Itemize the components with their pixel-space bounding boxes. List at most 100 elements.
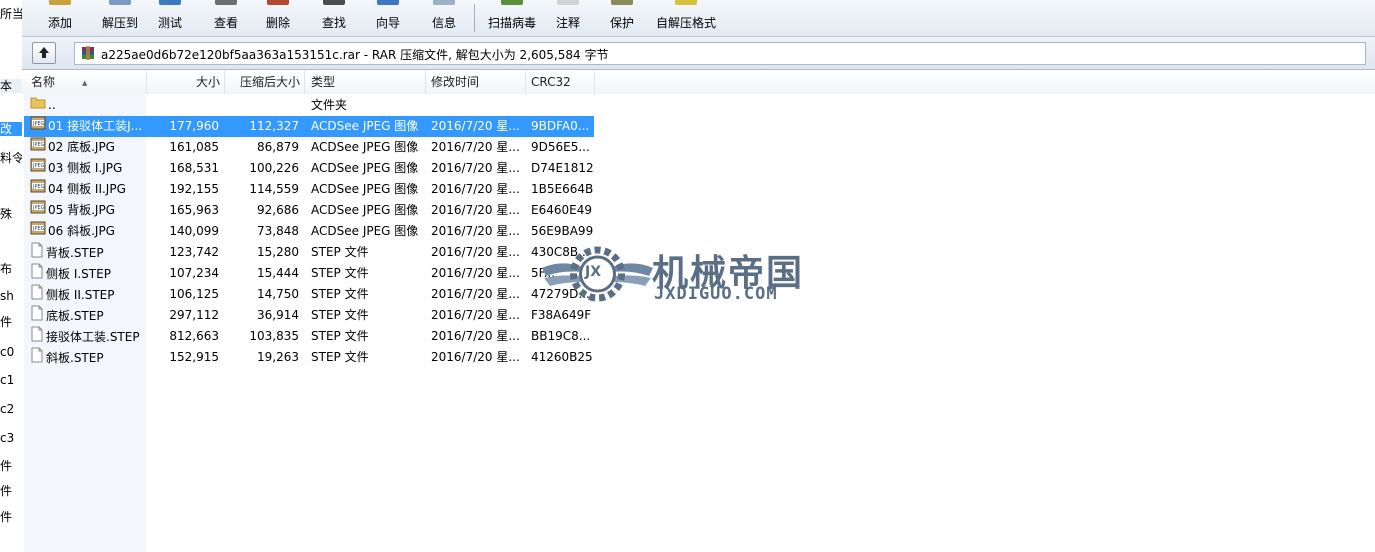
background-window-fragment: 件 xyxy=(0,315,13,329)
delete-icon xyxy=(264,0,292,8)
file-name-text: 02 底板.JPG xyxy=(48,140,115,154)
file-crc: 41260B25 xyxy=(531,350,593,364)
file-size: 177,960 xyxy=(169,119,219,133)
column-header-modified-label: 修改时间 xyxy=(431,75,480,89)
file-name-text: 斜板.STEP xyxy=(46,351,104,365)
file-size xyxy=(146,95,219,116)
file-name: JPEG 04 侧板 II.JPG xyxy=(30,179,148,200)
archive-path-field[interactable]: a225ae0d6b72e120bf5aa363a153151c.rar - R… xyxy=(74,42,1366,65)
file-row[interactable]: 底板.STEP 297,112 36,914 STEP 文件 2016/7/20 星..… xyxy=(22,305,1375,326)
up-arrow-icon xyxy=(39,47,49,58)
file-packed-size: 36,914 xyxy=(257,308,299,322)
file-type: STEP 文件 xyxy=(311,287,369,301)
file-packed-size: 86,879 xyxy=(257,140,299,154)
column-header-type[interactable]: 类型 xyxy=(305,70,426,94)
file-row[interactable]: JPEG 04 侧板 II.JPG 192,155 114,559 ACDSee JPE… xyxy=(22,179,1375,200)
file-name: 侧板 II.STEP xyxy=(30,284,148,305)
file-size: 140,099 xyxy=(169,224,219,238)
toolbar-button-label: 向导 xyxy=(375,16,400,30)
file-icon xyxy=(30,326,44,347)
svg-text:JPEG: JPEG xyxy=(32,184,45,190)
svg-text:JPEG: JPEG xyxy=(32,163,45,169)
file-row[interactable]: JPEG 01 接驳体工装J... 177,960 112,327 ACDSee JPE… xyxy=(22,116,1375,137)
sort-ascending-icon: ▲ xyxy=(82,79,88,87)
toolbar-button-find[interactable]: 查找 xyxy=(310,0,358,36)
column-header-name[interactable]: 名称 ▲ xyxy=(24,70,147,94)
file-packed-size: 15,280 xyxy=(257,245,299,259)
file-row[interactable]: JPEG 02 底板.JPG 161,085 86,879 ACDSee JPEG 图像… xyxy=(22,137,1375,158)
file-packed-size: 100,226 xyxy=(249,161,299,175)
toolbar-button-label: 扫描病毒 xyxy=(487,16,536,30)
toolbar-button-protect[interactable]: 保护 xyxy=(600,0,644,36)
file-name: 接驳体工装.STEP xyxy=(30,326,148,347)
svg-text:JPEG: JPEG xyxy=(32,205,45,211)
svg-text:JPEG: JPEG xyxy=(32,142,45,148)
file-row[interactable]: .. 文件夹 xyxy=(22,95,1375,116)
file-row[interactable]: JPEG 03 侧板 I.JPG 168,531 100,226 ACDSee JPEG… xyxy=(22,158,1375,179)
file-name-text: 04 侧板 II.JPG xyxy=(48,182,126,196)
file-name-text: 05 背板.JPG xyxy=(48,203,115,217)
file-row[interactable]: JPEG 05 背板.JPG 165,963 92,686 ACDSee JPEG 图像… xyxy=(22,200,1375,221)
file-type: 文件夹 xyxy=(311,98,348,112)
background-window-fragment: c1 xyxy=(0,373,15,387)
file-packed-size: 92,686 xyxy=(257,203,299,217)
folder-icon xyxy=(30,95,46,116)
test-icon xyxy=(156,0,184,8)
toolbar-button-virus-scan[interactable]: 扫描病毒 xyxy=(480,0,544,36)
file-crc: 9BDFA0... xyxy=(531,119,590,133)
toolbar-button-label: 查看 xyxy=(213,16,238,30)
rar-archive-icon xyxy=(82,46,94,60)
file-icon xyxy=(30,263,44,284)
jpeg-icon: JPEG xyxy=(30,158,46,179)
toolbar-button-label: 删除 xyxy=(265,16,290,30)
info-icon xyxy=(430,0,458,8)
column-header-modified[interactable]: 修改时间 xyxy=(426,70,526,94)
file-name: JPEG 06 斜板.JPG xyxy=(30,221,148,242)
toolbar-button-test[interactable]: 测试 xyxy=(150,0,190,36)
jpeg-icon: JPEG xyxy=(30,116,46,137)
file-type: ACDSee JPEG 图像 xyxy=(311,182,419,196)
file-row[interactable]: 接驳体工装.STEP 812,663 103,835 STEP 文件 2016/7/20… xyxy=(22,326,1375,347)
background-window-fragment: 本 xyxy=(0,79,22,93)
file-list[interactable]: 名称 ▲ 大小 压缩后大小 类型 修改时间 CRC32 .. 文件夹 JPEG 01 … xyxy=(22,70,1375,552)
file-modified: 2016/7/20 星... xyxy=(431,245,520,259)
file-name-text: 背板.STEP xyxy=(46,246,104,260)
toolbar-button-label: 注释 xyxy=(555,16,580,30)
file-name-text: 底板.STEP xyxy=(46,309,104,323)
column-header-type-label: 类型 xyxy=(311,75,336,89)
file-crc: F38A649F xyxy=(531,308,592,322)
file-name: .. xyxy=(30,95,148,116)
add-icon xyxy=(46,0,74,8)
file-modified: 2016/7/20 星... xyxy=(431,161,520,175)
file-name: JPEG 03 侧板 I.JPG xyxy=(30,158,148,179)
svg-text:JPEG: JPEG xyxy=(32,226,45,232)
file-crc xyxy=(531,95,593,116)
toolbar-button-add[interactable]: 添加 xyxy=(36,0,84,36)
file-name-text: 03 侧板 I.JPG xyxy=(48,161,123,175)
toolbar-button-wizard[interactable]: 向导 xyxy=(366,0,410,36)
file-packed-size: 103,835 xyxy=(249,329,299,343)
toolbar-button-extract[interactable]: 解压到 xyxy=(92,0,148,36)
toolbar-button-label: 保护 xyxy=(609,16,634,30)
toolbar-button-comment[interactable]: 注释 xyxy=(548,0,588,36)
file-modified: 2016/7/20 星... xyxy=(431,308,520,322)
column-header-packed-label: 压缩后大小 xyxy=(239,75,300,89)
column-header-size-label: 大小 xyxy=(195,75,220,89)
file-packed-size: 73,848 xyxy=(257,224,299,238)
file-row[interactable]: 斜板.STEP 152,915 19,263 STEP 文件 2016/7/20 星..… xyxy=(22,347,1375,368)
file-name-text: 06 斜板.JPG xyxy=(48,224,115,238)
file-type: STEP 文件 xyxy=(311,329,369,343)
toolbar-button-delete[interactable]: 删除 xyxy=(256,0,300,36)
file-packed-size: 14,750 xyxy=(257,287,299,301)
up-folder-button[interactable] xyxy=(32,42,56,64)
toolbar-button-view[interactable]: 查看 xyxy=(202,0,250,36)
file-name: 背板.STEP xyxy=(30,242,148,263)
toolbar-button-sfx[interactable]: 自解压格式 xyxy=(646,0,726,36)
column-header-crc[interactable]: CRC32 xyxy=(526,70,595,94)
protect-icon xyxy=(608,0,636,8)
jpeg-icon: JPEG xyxy=(30,179,46,200)
column-header-packed[interactable]: 压缩后大小 xyxy=(225,70,305,94)
column-header-size[interactable]: 大小 xyxy=(146,70,225,94)
file-type: STEP 文件 xyxy=(311,308,369,322)
toolbar-button-info[interactable]: 信息 xyxy=(422,0,466,36)
